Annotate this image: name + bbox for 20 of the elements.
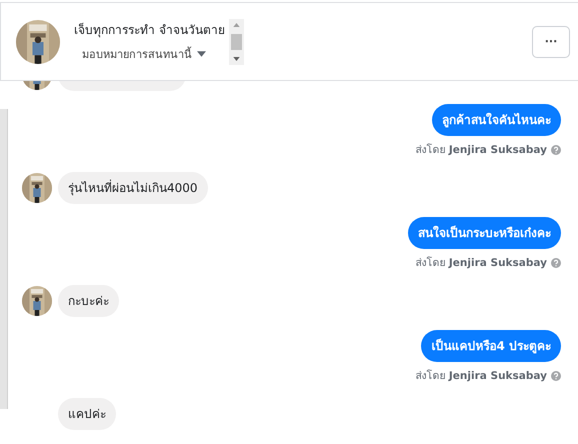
message-bubble: รุ่นไหนที่ผ่อนไม่เกิน4000 [58, 172, 208, 204]
message-bubble: ลูกค้าสนใจคันไหนคะ [432, 104, 561, 136]
more-button[interactable]: ··· [532, 26, 570, 58]
help-icon[interactable] [551, 258, 561, 268]
assign-dropdown[interactable]: มอบหมายการสนทนานี้ [74, 45, 225, 63]
contact-name: เจ็บทุกการระทำ จำจนวันตาย [74, 22, 225, 39]
help-icon[interactable] [551, 144, 561, 154]
scroll-down-icon[interactable] [232, 56, 240, 60]
message-bubble: กะบะค่ะ [58, 285, 119, 317]
sender-label: ส่งโดย Jenjira Suksabay [416, 256, 547, 271]
sender-label: ส่งโดย Jenjira Suksabay [416, 142, 547, 158]
message-bubble: แคปค่ะ [58, 398, 116, 430]
message-bubble: เป็นแคปหรือ4 ประตูคะ [421, 330, 561, 362]
sender-label: ส่งโดย Jenjira Suksabay [416, 368, 547, 384]
caret-icon [197, 51, 206, 57]
scrollbar[interactable] [228, 18, 244, 64]
scroll-up-icon[interactable] [232, 22, 240, 26]
scrollbar[interactable] [0, 109, 8, 409]
help-icon[interactable] [551, 370, 561, 380]
message-bubble: สนใจเป็นกระบะหรือเก๋งคะ [408, 217, 561, 249]
